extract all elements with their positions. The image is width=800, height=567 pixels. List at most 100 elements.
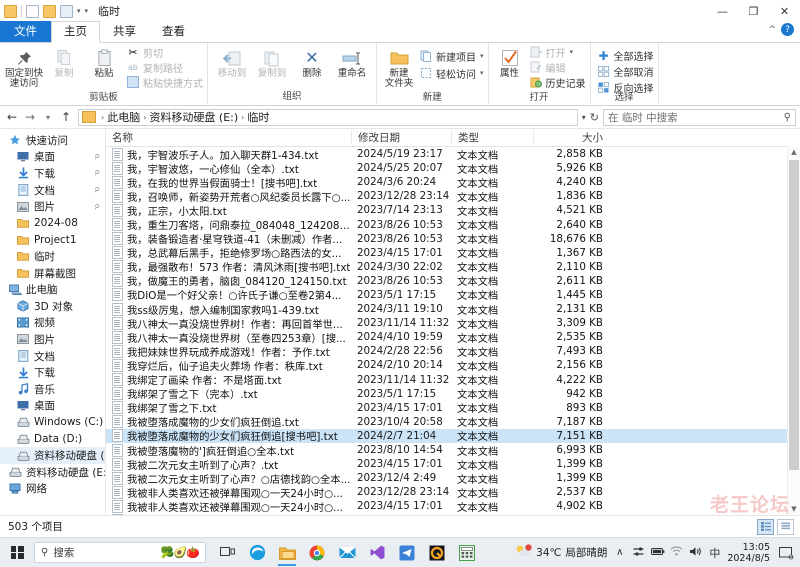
- rename-button[interactable]: 重命名: [332, 45, 372, 79]
- table-row[interactable]: 我被二次元女主听到了心声？.txt 2023/4/15 17:01 文本文档 1,39…: [106, 457, 800, 472]
- table-row[interactable]: 我，正宗，小太阳.txt 2023/7/14 23:13 文本文档 4,521 KB: [106, 203, 800, 218]
- column-header-type[interactable]: 类型: [451, 130, 533, 145]
- table-row[interactable]: 我被堕落成魔物的少女们疯狂倒追.txt 2023/10/4 20:58 文本文档 7,…: [106, 415, 800, 429]
- sidebar-item-11[interactable]: 视频: [0, 315, 105, 332]
- app-orange-icon[interactable]: [422, 538, 452, 567]
- battery-icon[interactable]: [651, 547, 665, 559]
- sidebar-item-0[interactable]: 快速访问: [0, 132, 105, 149]
- move-to-button[interactable]: 移动到: [212, 45, 252, 79]
- sidebar-item-8[interactable]: 屏幕截图: [0, 265, 105, 282]
- sidebar-item-18[interactable]: Data (D:): [0, 431, 105, 448]
- sidebar-item-21[interactable]: 网络: [0, 480, 105, 497]
- column-header-date[interactable]: 修改日期: [351, 130, 451, 145]
- notification-icon[interactable]: 1: [776, 538, 796, 567]
- table-row[interactable]: 我，宇智波悠，一心修仙（全本）.txt 2024/5/25 20:07 文本文档 5,…: [106, 161, 800, 176]
- tab-share[interactable]: 共享: [100, 22, 149, 42]
- table-row[interactable]: 我八神太一真没烧世界树（至卷四253章）[搜... 2024/4/10 19:59…: [106, 330, 800, 345]
- delete-button[interactable]: ✕ 删除: [292, 45, 332, 79]
- breadcrumb-item-current[interactable]: 临时: [247, 109, 269, 125]
- details-view-icon[interactable]: [757, 518, 774, 535]
- sidebar-item-17[interactable]: Windows (C:): [0, 414, 105, 431]
- large-icons-view-icon[interactable]: [777, 518, 794, 535]
- search-box[interactable]: 在 临时 中搜索 ⚲: [603, 108, 796, 126]
- weather-widget[interactable]: 34℃ 局部晴朗: [515, 544, 607, 561]
- table-row[interactable]: 我绑架了雪之下.txt 2023/4/15 17:01 文本文档 893 KB: [106, 401, 800, 415]
- history-button[interactable]: 历史记录: [529, 75, 586, 90]
- table-row[interactable]: 我穿烂后，仙子追夫火葬场 作者：秩库.txt 2024/2/10 20:14 文本文…: [106, 358, 800, 373]
- calculator-icon[interactable]: [452, 538, 482, 567]
- qat-caret-icon[interactable]: ▾: [77, 7, 81, 15]
- select-all-button[interactable]: ✚ 全部选择: [597, 48, 653, 64]
- table-row[interactable]: 我被非人类喜欢还被弹幕围观○一天24小时○... 2023/12/28 23:14…: [106, 485, 800, 500]
- tray-expand-chevron-icon[interactable]: ∧: [613, 547, 626, 558]
- pin-icon[interactable]: ⚲: [92, 185, 101, 195]
- sidebar-item-12[interactable]: 图片: [0, 331, 105, 348]
- sidebar-item-10[interactable]: 3D 对象: [0, 298, 105, 315]
- recent-locations-button[interactable]: ▾: [40, 109, 56, 125]
- select-none-button[interactable]: 全部取消: [597, 64, 654, 79]
- table-row[interactable]: 我，做魔王的勇者，脑囱_084120_124150.txt 2023/8/26 1…: [106, 274, 800, 288]
- table-row[interactable]: 我被堕落魔物的']疯狂倒追○全本.txt 2023/8/10 14:54 文本文档 6…: [106, 443, 800, 458]
- quick-access-toolbar[interactable]: ▾ ▾ 临时: [0, 3, 120, 19]
- chrome-icon[interactable]: [302, 538, 332, 567]
- sidebar-item-7[interactable]: 临时: [0, 248, 105, 265]
- open-caret-icon[interactable]: ▾: [570, 48, 574, 56]
- column-header-size[interactable]: 大小: [533, 130, 613, 145]
- minimize-button[interactable]: —: [707, 0, 738, 22]
- copy-button[interactable]: 复制: [44, 45, 84, 79]
- task-view-icon[interactable]: [212, 538, 242, 567]
- mail-icon[interactable]: [332, 538, 362, 567]
- table-row[interactable]: 我把妹妹世界玩成养成游戏！作者：予作.txt 2024/2/28 22:56 文本文…: [106, 344, 800, 359]
- tab-home[interactable]: 主页: [51, 21, 100, 43]
- new-folder-button[interactable]: 新建 文件夹: [381, 45, 417, 89]
- pin-icon[interactable]: ⚲: [92, 152, 101, 162]
- paste-shortcut-button[interactable]: 粘贴快捷方式: [126, 75, 203, 90]
- sidebar-item-2[interactable]: 下载 ⚲: [0, 165, 105, 182]
- scroll-down-button[interactable]: ▼: [788, 503, 800, 515]
- sidebar-item-14[interactable]: 下载: [0, 364, 105, 381]
- sidebar-item-13[interactable]: 文档: [0, 348, 105, 365]
- up-button[interactable]: ↑: [58, 109, 74, 125]
- maximize-button[interactable]: ❐: [738, 0, 769, 22]
- tab-view[interactable]: 查看: [149, 22, 198, 42]
- table-row[interactable]: 我绑定了画染 作者：不是塔面.txt 2023/11/14 11:32 文本文档 4,…: [106, 373, 800, 387]
- qat-undo-icon[interactable]: [60, 4, 73, 18]
- cut-button[interactable]: ✂ 剪切: [126, 45, 203, 60]
- column-header-name[interactable]: 名称 ⌃: [106, 129, 351, 145]
- scroll-up-button[interactable]: ▲: [788, 146, 800, 158]
- properties-button[interactable]: 属性: [493, 45, 527, 79]
- table-row[interactable]: 我，总武幕后黑手，拒绝修罗场○路西法的女... 2023/4/15 17:01 文本…: [106, 246, 800, 260]
- table-row[interactable]: 我，宇智波乐子人。加入聊天群1-434.txt 2024/5/19 23:17 文本…: [106, 147, 800, 162]
- edge-icon[interactable]: [242, 538, 272, 567]
- tab-file[interactable]: 文件: [0, 21, 51, 42]
- table-row[interactable]: 我绑架了雪之下（完本）.txt 2023/5/1 17:15 文本文档 942 KB: [106, 387, 800, 401]
- pin-icon[interactable]: ⚲: [92, 202, 101, 212]
- table-row[interactable]: 我，重生刀客塔，问鼎泰拉_084048_124208.t... 2023/8/26…: [106, 217, 800, 232]
- copy-path-button[interactable]: ab 复制路径: [126, 60, 203, 75]
- forward-button[interactable]: →: [22, 109, 38, 125]
- taskbar-search-input[interactable]: 搜索: [53, 545, 74, 560]
- easy-access-button[interactable]: 轻松访问 ▾: [419, 65, 484, 81]
- qat-customize-caret-icon[interactable]: ▾: [85, 7, 89, 15]
- sidebar-item-6[interactable]: Project1: [0, 232, 105, 249]
- easy-access-caret-icon[interactable]: ▾: [480, 69, 484, 77]
- pin-to-quick-access-button[interactable]: 固定到快 速访问: [4, 45, 44, 89]
- table-row[interactable]: 我DIO是一个好父亲！○许氏子谦○至卷2第4... 2023/5/1 17:15 文…: [106, 288, 800, 302]
- sidebar-item-5[interactable]: 2024-08: [0, 215, 105, 232]
- qat-folder-icon[interactable]: [4, 4, 17, 18]
- table-row[interactable]: 我ss级厉鬼，想入编制国家救吗1-439.txt 2024/3/11 19:10 文…: [106, 302, 800, 317]
- sidebar-item-3[interactable]: 文档 ⚲: [0, 182, 105, 199]
- tray-settings-icon[interactable]: [632, 546, 645, 560]
- wifi-icon[interactable]: [670, 546, 683, 559]
- table-row[interactable]: 我被非人类喜欢还被弹幕围观○一天24小时○... 2023/4/15 17:01 文…: [106, 499, 800, 514]
- address-dropdown-icon[interactable]: ▾: [582, 113, 586, 122]
- search-input[interactable]: 在 临时 中搜索: [608, 110, 678, 125]
- breadcrumb-item-drive[interactable]: 资料移动硬盘 (E:): [149, 109, 238, 125]
- scrollbar-thumb[interactable]: [789, 160, 799, 470]
- visual-studio-icon[interactable]: [362, 538, 392, 567]
- sidebar-item-9[interactable]: 此电脑: [0, 281, 105, 298]
- paste-button[interactable]: 粘贴: [84, 45, 124, 79]
- table-row[interactable]: 我，召唤师，新姿势开荒者○风纪委员长露下○... 2023/12/28 23:14…: [106, 189, 800, 204]
- telegram-icon[interactable]: [392, 538, 422, 567]
- table-row[interactable]: 我八神太一真没烧世界树！作者：再回首举世... 2023/11/14 11:32 文…: [106, 316, 800, 331]
